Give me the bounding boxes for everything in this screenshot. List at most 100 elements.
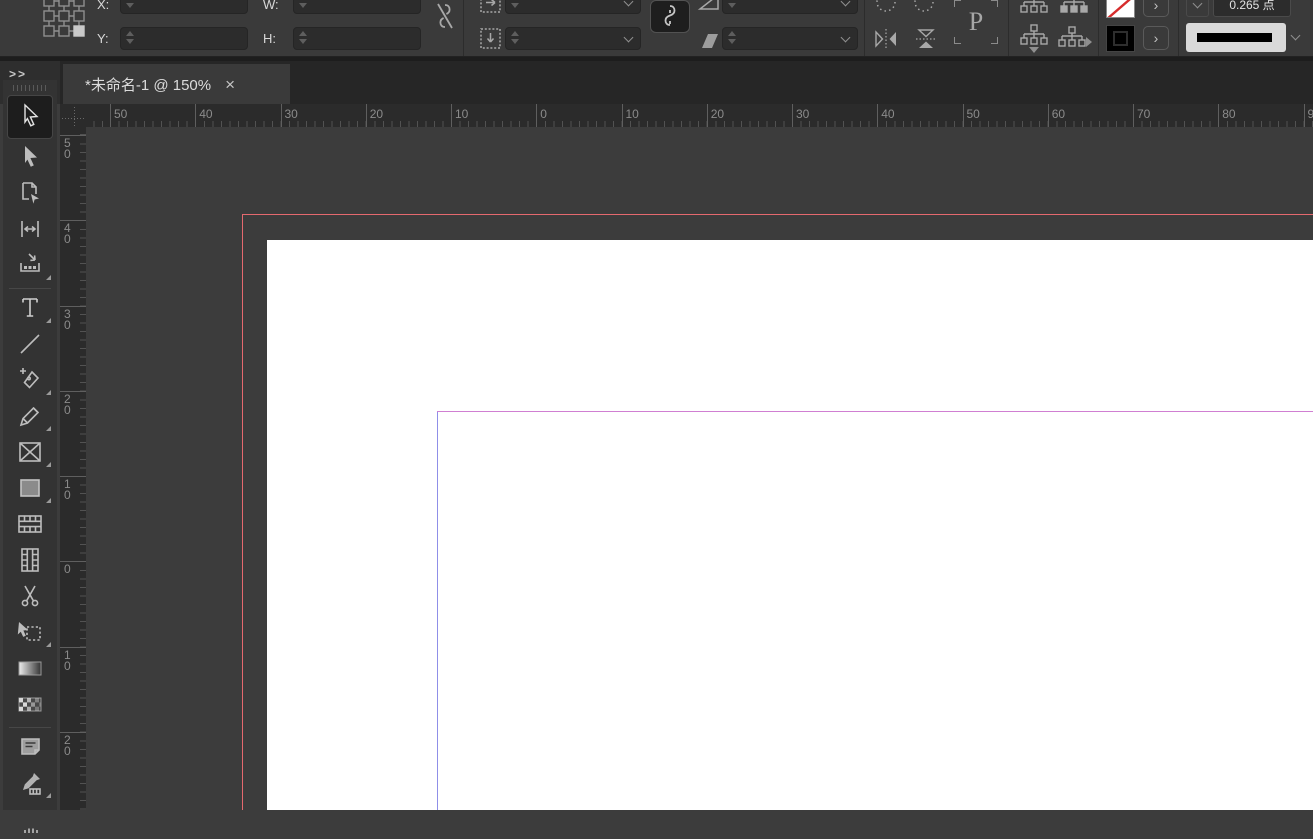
document-tab-bar: >> *未命名-1 @ 150% × [0, 57, 1313, 104]
document-canvas[interactable] [86, 127, 1313, 810]
rotate-ccw-icon[interactable] [872, 0, 900, 16]
stroke-color-swatch[interactable] [1106, 25, 1135, 52]
tool-flyout-indicator [46, 498, 51, 503]
vertical-ruler[interactable]: 504030201001020 [60, 127, 86, 810]
tab-close-icon[interactable]: × [225, 76, 235, 93]
tool-gradient-swatch-tool[interactable] [3, 652, 57, 688]
h-ruler-tick-90: 90 [1304, 104, 1305, 127]
tool-horizontal-grid-tool[interactable] [3, 508, 57, 544]
rotation-angle-input[interactable] [722, 0, 858, 14]
select-container-icon[interactable] [1018, 0, 1050, 16]
tool-line-tool[interactable] [3, 328, 57, 364]
y-position-input[interactable] [120, 27, 248, 50]
margin-guide-horizontal [437, 411, 1313, 412]
v-ruler-tick-20: 20 [60, 391, 86, 476]
tool-flyout-indicator [46, 426, 51, 431]
rotate-cw-icon[interactable] [910, 0, 938, 16]
constrain-dimensions-broken-chain-icon[interactable] [434, 1, 456, 31]
rectangle-icon [16, 474, 44, 507]
scale-y-input[interactable] [505, 27, 641, 50]
document-tab[interactable]: *未命名-1 @ 150% × [63, 64, 290, 104]
h-ruler-tick-40: 40 [877, 104, 878, 127]
tool-eyedropper-tool[interactable] [3, 767, 57, 803]
stroke-weight-input[interactable]: 0.265 点 [1213, 0, 1291, 17]
stroke-style-dropdown[interactable] [1186, 23, 1286, 52]
tool-rectangle-tool[interactable] [3, 472, 57, 508]
tool-scissors-tool[interactable] [3, 580, 57, 616]
pencil-icon [16, 402, 44, 435]
gradient-icon [16, 654, 44, 687]
tool-hand-tool-partial[interactable] [3, 803, 57, 839]
tool-type-tool[interactable] [3, 292, 57, 328]
h-ruler-tick-0: 0 [536, 104, 537, 127]
flip-vertical-icon[interactable] [912, 26, 940, 52]
shear-angle-input[interactable] [722, 27, 858, 50]
height-input[interactable] [293, 27, 421, 50]
tools-panel [3, 80, 57, 810]
h-ruler-tick-10: 10 [622, 104, 623, 127]
horizontal-ruler[interactable]: 50403020100102030405060708090 [86, 104, 1313, 127]
control-panel: X: Y: W: H: [0, 0, 1313, 57]
type-icon [16, 294, 44, 327]
h-ruler-tick-50: 50 [110, 104, 111, 127]
stroke-weight-dropdown-button[interactable] [1186, 0, 1209, 17]
tool-direct-selection-tool[interactable] [3, 141, 57, 177]
page-area[interactable] [267, 240, 1313, 810]
tool-page-tool[interactable] [3, 177, 57, 213]
tool-note-tool[interactable] [3, 731, 57, 767]
tool-frame-tool[interactable] [3, 436, 57, 472]
collector-icon [16, 251, 44, 284]
tool-pen-tool[interactable] [3, 364, 57, 400]
tools-panel-grip[interactable] [13, 85, 47, 91]
select-content-icon[interactable] [1058, 0, 1090, 16]
tool-content-collector-tool[interactable] [3, 249, 57, 285]
select-previous-object-icon[interactable] [1018, 24, 1050, 54]
width-input[interactable] [293, 0, 421, 14]
v-ruler-tick-40: 40 [60, 220, 86, 305]
page-reference-p-icon: P [952, 0, 1000, 48]
free-transform-icon [16, 618, 44, 651]
tool-gradient-feather-tool[interactable] [3, 688, 57, 724]
tool-flyout-indicator [46, 390, 51, 395]
margin-guide-vertical [437, 411, 438, 810]
tool-flyout-indicator [46, 793, 51, 798]
scale-x-input[interactable] [505, 0, 641, 14]
tool-free-transform-tool[interactable] [3, 616, 57, 652]
h-ruler-tick-30: 30 [281, 104, 282, 127]
hand-icon [16, 805, 44, 838]
rotation-angle-icon [697, 0, 721, 14]
flip-horizontal-icon[interactable] [872, 26, 900, 52]
page-icon [16, 179, 44, 212]
w-field-label: W: [263, 0, 279, 12]
fill-color-swatch-none[interactable] [1106, 0, 1135, 18]
h-field-label: H: [263, 31, 276, 46]
tool-pencil-tool[interactable] [3, 400, 57, 436]
scale-x-icon [478, 0, 504, 16]
toolbar-divider [9, 727, 51, 728]
fill-options-arrow-button[interactable]: › [1143, 0, 1169, 17]
v-ruler-tick-50: 50 [60, 135, 86, 220]
tool-gap-tool[interactable] [3, 213, 57, 249]
ruler-origin-corner[interactable] [60, 104, 86, 127]
v-ruler-tick-10: 10 [60, 647, 86, 732]
stroke-style-chevron-icon[interactable] [1291, 31, 1301, 41]
tool-flyout-indicator [46, 318, 51, 323]
tool-vertical-grid-tool[interactable] [3, 544, 57, 580]
toolbar-divider [9, 288, 51, 289]
pen-icon [16, 366, 44, 399]
v-ruler-tick-0: 0 [60, 561, 86, 646]
h-ruler-tick-10: 10 [451, 104, 452, 127]
vgrid-icon [16, 546, 44, 579]
stroke-options-arrow-button[interactable]: › [1143, 26, 1169, 50]
reference-point-proxy-icon[interactable] [42, 0, 88, 40]
scale-y-icon [478, 26, 504, 52]
h-ruler-tick-20: 20 [707, 104, 708, 127]
gap-icon [16, 215, 44, 248]
h-ruler-tick-50: 50 [963, 104, 964, 127]
tool-selection-tool[interactable] [3, 95, 57, 141]
x-position-input[interactable] [120, 0, 248, 14]
constrain-scale-link-button[interactable] [650, 0, 690, 33]
scissors-icon [16, 582, 44, 615]
select-next-object-icon[interactable] [1056, 24, 1092, 54]
h-ruler-tick-30: 30 [792, 104, 793, 127]
